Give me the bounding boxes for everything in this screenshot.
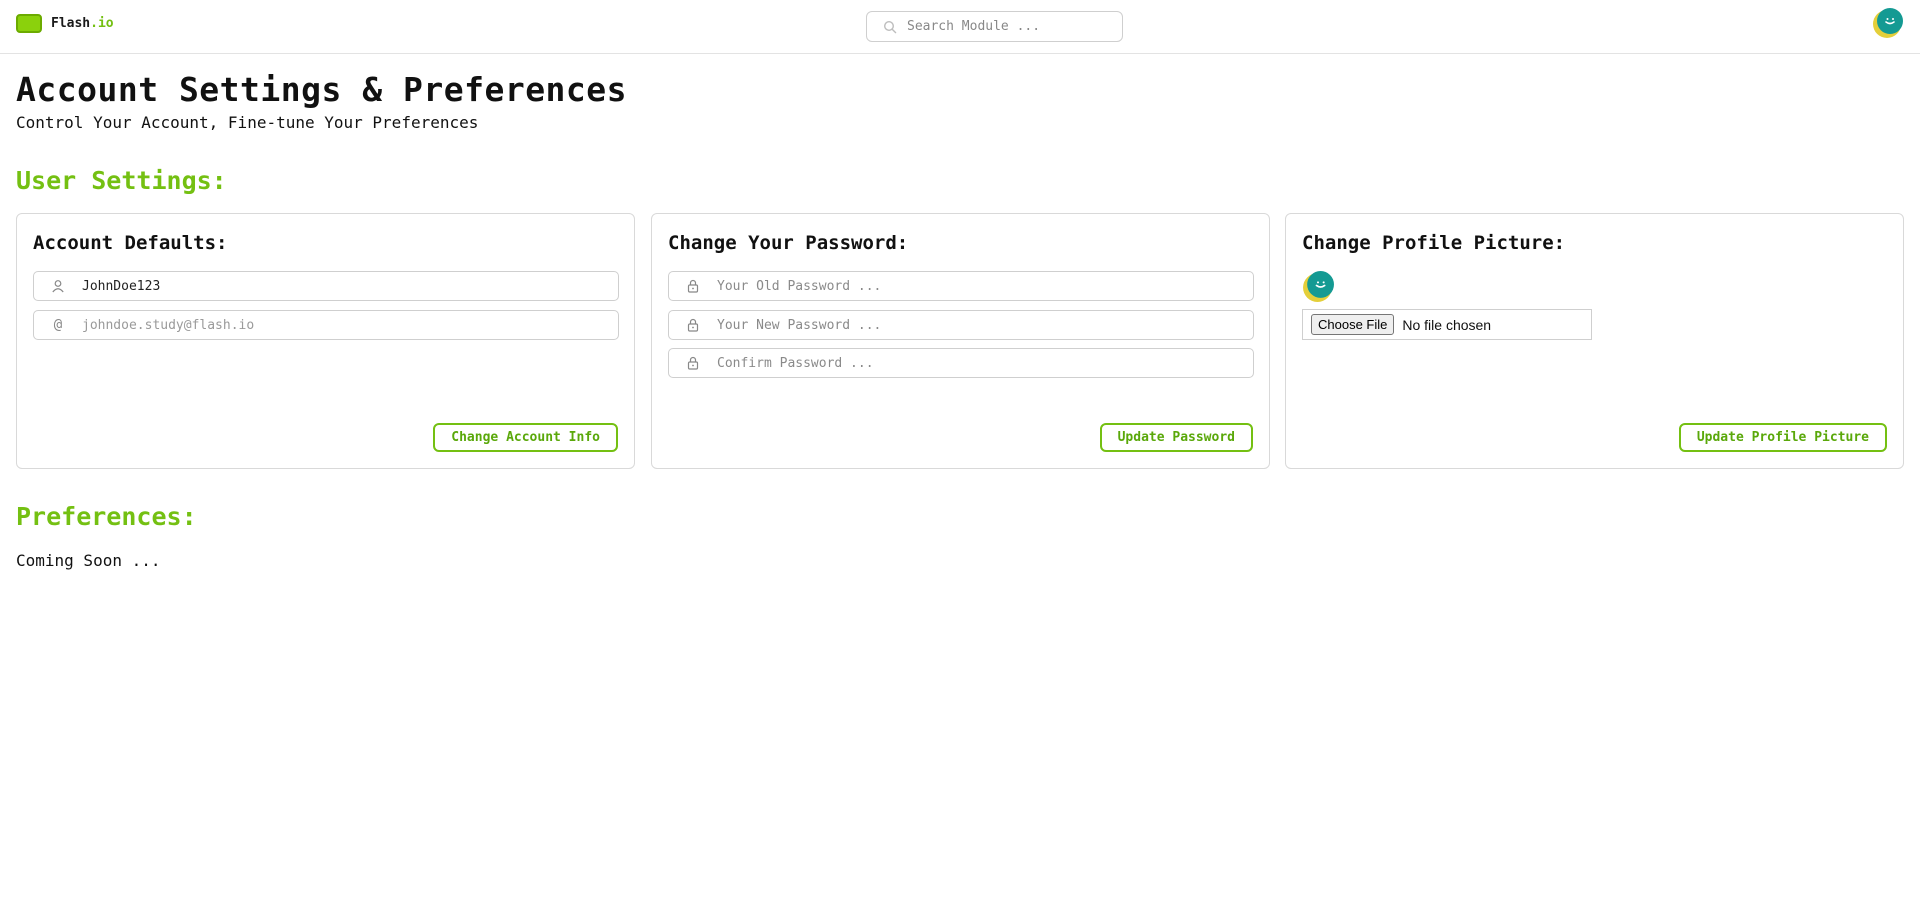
new-password-field[interactable]	[668, 310, 1254, 340]
file-status-text: No file chosen	[1402, 316, 1492, 333]
lock-icon	[669, 311, 717, 339]
logo-mark-icon	[16, 14, 42, 33]
username-field[interactable]	[33, 271, 619, 301]
search-bar[interactable]	[866, 11, 1123, 42]
user-avatar-button[interactable]	[1872, 7, 1904, 39]
change-password-title: Change Your Password:	[668, 232, 909, 254]
top-bar: Flash.io	[0, 0, 1920, 54]
change-password-card: Change Your Password: Update Password	[651, 213, 1270, 469]
file-input[interactable]: Choose File No file chosen	[1302, 309, 1592, 340]
choose-file-button[interactable]: Choose File	[1311, 314, 1395, 335]
lock-icon	[669, 272, 717, 300]
email-input[interactable]	[82, 311, 618, 339]
app-logo[interactable]: Flash.io	[16, 14, 114, 33]
profile-picture-card: Change Profile Picture: Choose File No f…	[1285, 213, 1904, 469]
update-profile-picture-button[interactable]: Update Profile Picture	[1678, 423, 1887, 452]
confirm-password-field[interactable]	[668, 348, 1254, 378]
account-defaults-title: Account Defaults:	[33, 232, 228, 254]
old-password-input[interactable]	[717, 272, 1253, 300]
profile-picture-preview	[1302, 270, 1335, 303]
preferences-coming-soon: Coming Soon ...	[16, 551, 161, 570]
new-password-input[interactable]	[717, 311, 1253, 339]
avatar-icon	[1303, 271, 1334, 302]
avatar-icon	[1873, 8, 1903, 38]
update-password-button[interactable]: Update Password	[1099, 423, 1253, 452]
search-icon	[873, 12, 907, 41]
account-defaults-card: Account Defaults: @ Change Account Info	[16, 213, 635, 469]
confirm-password-input[interactable]	[717, 349, 1253, 377]
user-icon	[34, 272, 82, 300]
change-account-info-button[interactable]: Change Account Info	[433, 423, 618, 452]
at-sign-icon: @	[53, 317, 63, 333]
page-title: Account Settings & Preferences	[16, 70, 628, 109]
search-input[interactable]	[907, 12, 1107, 41]
preferences-heading: Preferences:	[16, 502, 197, 531]
lock-icon	[669, 349, 717, 377]
page-subtitle: Control Your Account, Fine-tune Your Pre…	[16, 113, 479, 132]
email-field[interactable]: @	[33, 310, 619, 340]
profile-picture-title: Change Profile Picture:	[1302, 232, 1566, 254]
app-name: Flash.io	[51, 16, 114, 31]
username-input[interactable]	[82, 272, 618, 300]
old-password-field[interactable]	[668, 271, 1254, 301]
user-settings-heading: User Settings:	[16, 166, 227, 195]
